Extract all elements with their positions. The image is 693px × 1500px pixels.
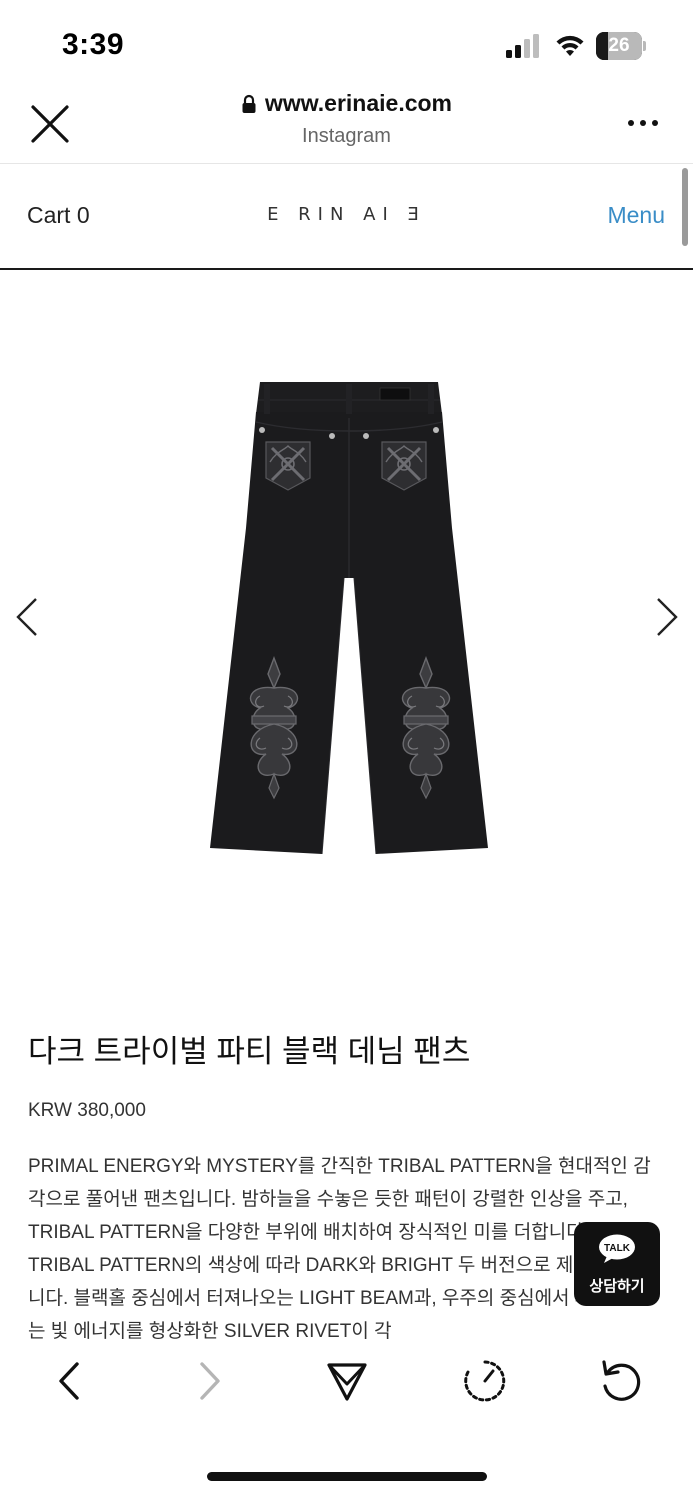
product-title: 다크 트라이벌 파티 블랙 데님 팬츠: [28, 1034, 471, 1069]
forward-icon[interactable]: [186, 1358, 232, 1404]
site-nav: Cart 0 E RIN AI Ǝ Menu: [0, 164, 693, 270]
back-icon[interactable]: [47, 1358, 93, 1404]
chevron-right-icon[interactable]: [654, 596, 680, 638]
chat-bubble-text: TALK: [604, 1243, 631, 1254]
wifi-icon: [556, 35, 584, 56]
chat-bubble-icon: TALK: [599, 1234, 635, 1263]
product-gallery: [0, 272, 693, 962]
product-price: KRW 380,000: [28, 1100, 146, 1121]
browser-toolbar: [0, 1340, 693, 1422]
send-icon[interactable]: [324, 1358, 370, 1404]
source-label: Instagram: [302, 124, 391, 147]
more-icon[interactable]: [626, 118, 660, 128]
menu-link[interactable]: Menu: [607, 202, 665, 229]
signal-icon: [506, 34, 539, 58]
address-bar[interactable]: www.erinaie.com Instagram: [0, 90, 693, 148]
lock-icon: [242, 94, 256, 113]
url-text: www.erinaie.com: [264, 90, 453, 116]
product-image: [210, 382, 488, 855]
history-icon[interactable]: [462, 1358, 508, 1404]
home-indicator[interactable]: [207, 1472, 487, 1481]
product-description: PRIMAL ENERGY와 MYSTERY를 간직한 TRIBAL PATTE…: [28, 1156, 651, 1342]
site-logo[interactable]: E RIN AI Ǝ: [0, 204, 693, 225]
battery-level: 26: [608, 35, 630, 56]
chat-label: 상담하기: [589, 1278, 645, 1295]
battery-icon: 26: [596, 32, 646, 60]
reload-icon[interactable]: [598, 1358, 644, 1404]
status-bar: 3:39 26: [0, 0, 693, 84]
chevron-left-icon[interactable]: [14, 596, 40, 638]
kakao-chat-button[interactable]: TALK 상담하기: [574, 1222, 660, 1306]
status-time: 3:39: [62, 28, 125, 61]
browser-header: www.erinaie.com Instagram: [0, 84, 693, 164]
